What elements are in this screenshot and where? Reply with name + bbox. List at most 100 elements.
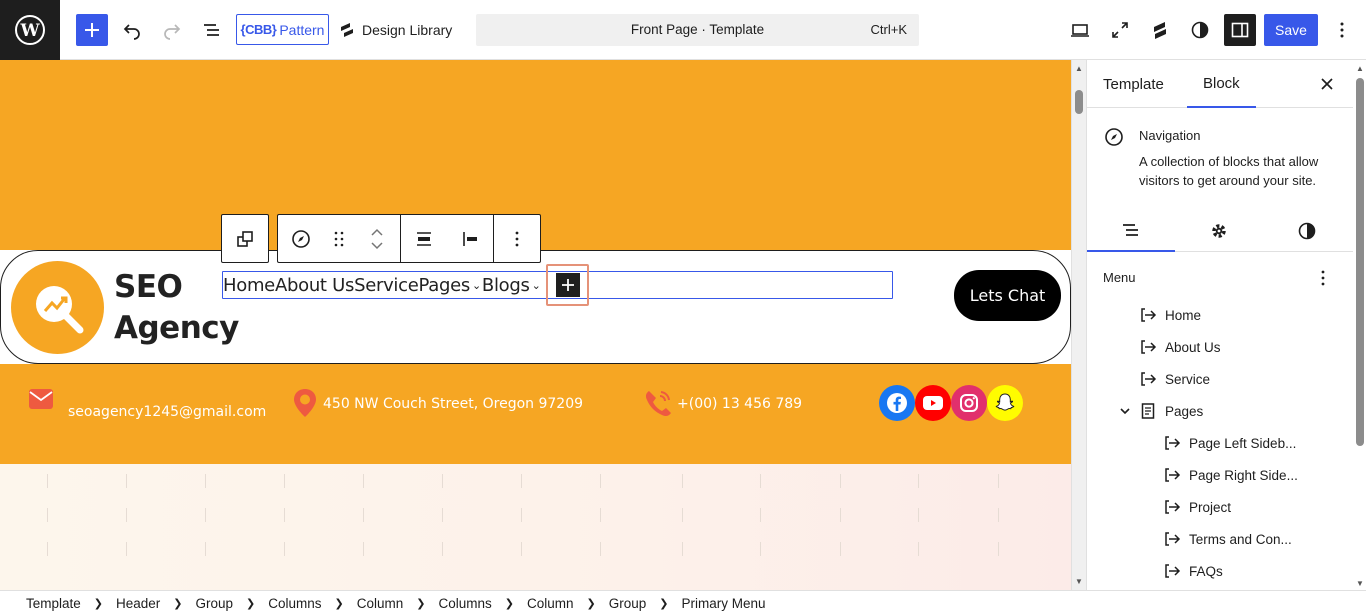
custom-link-icon bbox=[1165, 500, 1181, 514]
canvas-scrollbar[interactable]: ▲ ▼ bbox=[1071, 60, 1086, 590]
sidebar-scrollbar[interactable]: ▲ ▼ bbox=[1353, 60, 1366, 590]
options-menu-button[interactable] bbox=[1326, 14, 1358, 46]
contact-email[interactable]: seoagency1245@gmail.com bbox=[28, 388, 266, 420]
design-library-button[interactable]: Design Library bbox=[338, 14, 454, 46]
lets-chat-button[interactable]: Lets Chat bbox=[954, 270, 1061, 321]
site-logo-image[interactable] bbox=[11, 261, 104, 354]
tab-list-view[interactable] bbox=[1087, 210, 1175, 252]
site-title[interactable]: SEO Agency bbox=[114, 267, 239, 349]
contact-address[interactable]: 450 NW Couch Street, Oregon 97209 bbox=[291, 388, 583, 418]
scroll-down-arrow-icon[interactable]: ▼ bbox=[1075, 577, 1083, 586]
custom-link-icon bbox=[1141, 340, 1157, 354]
nav-item-blogs[interactable]: Blogs bbox=[482, 275, 530, 296]
settings-sidebar-toggle[interactable] bbox=[1224, 14, 1256, 46]
primary-navigation-block[interactable]: Home About Us Service Pages ⌄ Blogs ⌄ bbox=[222, 264, 893, 306]
drag-handle[interactable] bbox=[324, 215, 354, 262]
site-title-line2: Agency bbox=[114, 310, 239, 346]
desktop-icon bbox=[1071, 24, 1089, 37]
menu-item-home[interactable]: Home bbox=[1139, 303, 1201, 327]
menu-item-label: Terms and Con... bbox=[1189, 531, 1292, 547]
breadcrumb-item[interactable]: Group bbox=[196, 596, 234, 611]
nav-item-home[interactable]: Home bbox=[223, 275, 275, 296]
scroll-up-arrow-icon[interactable]: ▲ bbox=[1075, 64, 1083, 73]
contrast-icon bbox=[1298, 222, 1316, 240]
header-columns[interactable]: SEO Agency Home About Us Service Pages ⌄… bbox=[0, 250, 1071, 364]
document-title: Front Page · Template bbox=[630, 22, 765, 37]
styles-button[interactable] bbox=[1184, 14, 1216, 46]
canvas-scroll-thumb[interactable] bbox=[1075, 90, 1083, 114]
menu-item-service[interactable]: Service bbox=[1139, 367, 1210, 391]
breadcrumb-item[interactable]: Header bbox=[116, 596, 160, 611]
youtube-link[interactable] bbox=[915, 385, 951, 421]
pattern-line bbox=[760, 508, 761, 522]
pattern-line bbox=[760, 542, 761, 556]
menu-item-pages[interactable]: Pages bbox=[1139, 399, 1203, 423]
cbb-pattern-button[interactable]: {CBB} Pattern bbox=[236, 14, 329, 45]
custom-link-icon bbox=[1141, 308, 1157, 322]
preview-device-button[interactable] bbox=[1064, 14, 1096, 46]
block-align-button[interactable] bbox=[401, 215, 447, 262]
menu-item-page-right-sidebar[interactable]: Page Right Side... bbox=[1163, 463, 1298, 487]
redo-button[interactable] bbox=[156, 14, 188, 46]
chevron-down-icon[interactable]: ⌄ bbox=[472, 279, 481, 292]
scroll-up-arrow-icon[interactable]: ▲ bbox=[1356, 64, 1364, 73]
menu-item-page-left-sidebar[interactable]: Page Left Sideb... bbox=[1163, 431, 1296, 455]
nav-item-pages[interactable]: Pages bbox=[419, 275, 471, 296]
sidebar-icon bbox=[1231, 22, 1249, 38]
breadcrumb-current: Primary Menu bbox=[681, 595, 766, 611]
block-breadcrumb: Template ❯ Header ❯ Group ❯ Columns ❯ Co… bbox=[0, 590, 1366, 615]
chevron-down-icon[interactable]: ⌄ bbox=[532, 279, 541, 292]
hero-section-preview[interactable] bbox=[0, 464, 1071, 590]
nav-item-service[interactable]: Service bbox=[354, 275, 419, 296]
zoom-out-button[interactable] bbox=[1104, 14, 1136, 46]
chevron-up-icon[interactable] bbox=[371, 228, 383, 236]
facebook-link[interactable] bbox=[879, 385, 915, 421]
tab-template[interactable]: Template bbox=[1087, 60, 1180, 108]
more-options-group bbox=[493, 214, 541, 263]
tab-block[interactable]: Block bbox=[1187, 60, 1256, 108]
add-nav-item-button[interactable] bbox=[556, 273, 580, 297]
plugin-stackable-button[interactable] bbox=[1144, 14, 1176, 46]
breadcrumb-item[interactable]: Column bbox=[527, 596, 574, 611]
breadcrumb-item[interactable]: Columns bbox=[268, 596, 321, 611]
nav-item-about-us[interactable]: About Us bbox=[275, 275, 354, 296]
breadcrumb-item[interactable]: Template bbox=[26, 596, 81, 611]
sidebar-scroll-thumb[interactable] bbox=[1356, 78, 1364, 446]
shortcut-hint: Ctrl+K bbox=[870, 22, 907, 37]
custom-link-icon bbox=[1165, 532, 1181, 546]
plus-icon bbox=[85, 23, 99, 37]
pattern-line bbox=[126, 542, 127, 556]
snapchat-link[interactable] bbox=[987, 385, 1023, 421]
breadcrumb-item[interactable]: Group bbox=[609, 596, 647, 611]
editor-canvas[interactable]: SEO Agency Home About Us Service Pages ⌄… bbox=[0, 60, 1071, 590]
block-options-button[interactable] bbox=[494, 215, 540, 262]
expand-pages-toggle[interactable] bbox=[1117, 399, 1133, 423]
tab-settings[interactable] bbox=[1175, 210, 1263, 252]
command-palette-bar[interactable]: Front Page · Template Ctrl+K bbox=[476, 14, 919, 46]
menu-item-about-us[interactable]: About Us bbox=[1139, 335, 1221, 359]
menu-item-faqs[interactable]: FAQs bbox=[1163, 559, 1223, 583]
menu-options-button[interactable] bbox=[1313, 268, 1333, 288]
breadcrumb-item[interactable]: Column bbox=[357, 596, 404, 611]
navigation-block-button[interactable] bbox=[278, 215, 324, 262]
undo-button[interactable] bbox=[116, 14, 148, 46]
contact-phone[interactable]: +(00) 13 456 789 bbox=[643, 388, 802, 418]
select-parent-button[interactable] bbox=[222, 215, 268, 262]
scroll-down-arrow-icon[interactable]: ▼ bbox=[1356, 579, 1364, 588]
chevron-down-icon[interactable] bbox=[371, 241, 383, 250]
block-inserter-button[interactable] bbox=[76, 14, 108, 46]
block-card-title: Navigation bbox=[1139, 128, 1201, 143]
more-vertical-icon bbox=[1321, 270, 1325, 286]
breadcrumb-item[interactable]: Columns bbox=[439, 596, 492, 611]
location-pin-icon bbox=[294, 389, 316, 417]
close-sidebar-button[interactable] bbox=[1315, 72, 1339, 96]
justify-button[interactable] bbox=[447, 215, 493, 262]
menu-item-project[interactable]: Project bbox=[1163, 495, 1231, 519]
site-title-line1: SEO bbox=[114, 269, 183, 305]
menu-item-terms[interactable]: Terms and Con... bbox=[1163, 527, 1292, 551]
document-overview-button[interactable] bbox=[196, 14, 228, 46]
save-button[interactable]: Save bbox=[1264, 14, 1318, 46]
instagram-link[interactable] bbox=[951, 385, 987, 421]
wordpress-logo-button[interactable]: W bbox=[0, 0, 60, 60]
tab-styles[interactable] bbox=[1263, 210, 1351, 252]
